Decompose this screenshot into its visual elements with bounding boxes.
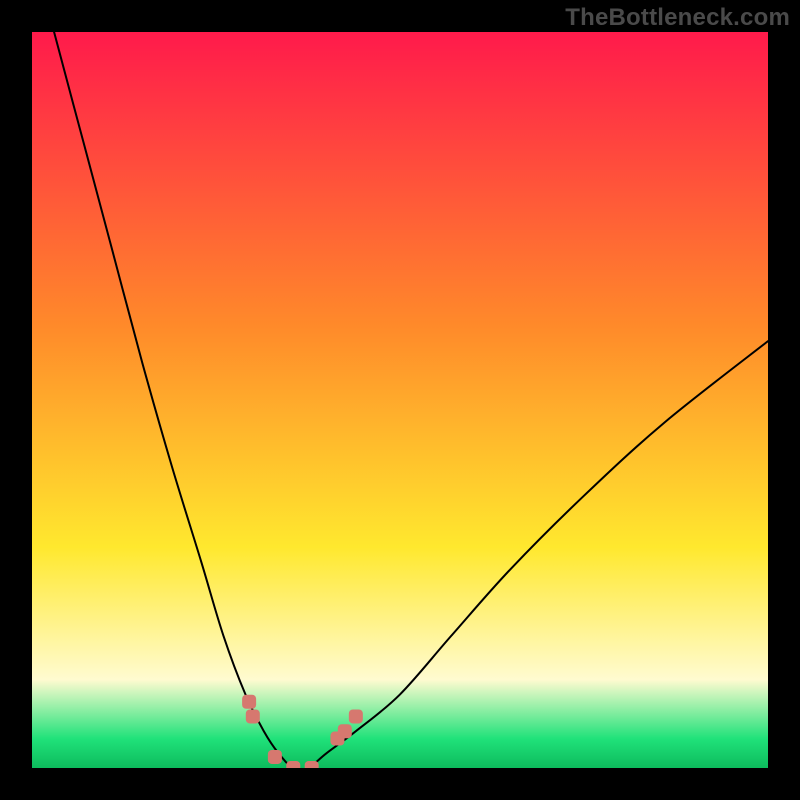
curve-marker: [286, 761, 300, 768]
curve-marker: [338, 724, 352, 738]
curve-marker: [305, 761, 319, 768]
curve-marker: [242, 695, 256, 709]
curve-marker: [349, 709, 363, 723]
plot-area: [32, 32, 768, 768]
curve-marker: [268, 750, 282, 764]
curve-path: [32, 32, 768, 768]
curve-markers: [242, 695, 363, 768]
bottleneck-curve: [32, 32, 768, 768]
chart-frame: TheBottleneck.com: [0, 0, 800, 800]
watermark-text: TheBottleneck.com: [565, 4, 790, 32]
curve-marker: [246, 709, 260, 723]
